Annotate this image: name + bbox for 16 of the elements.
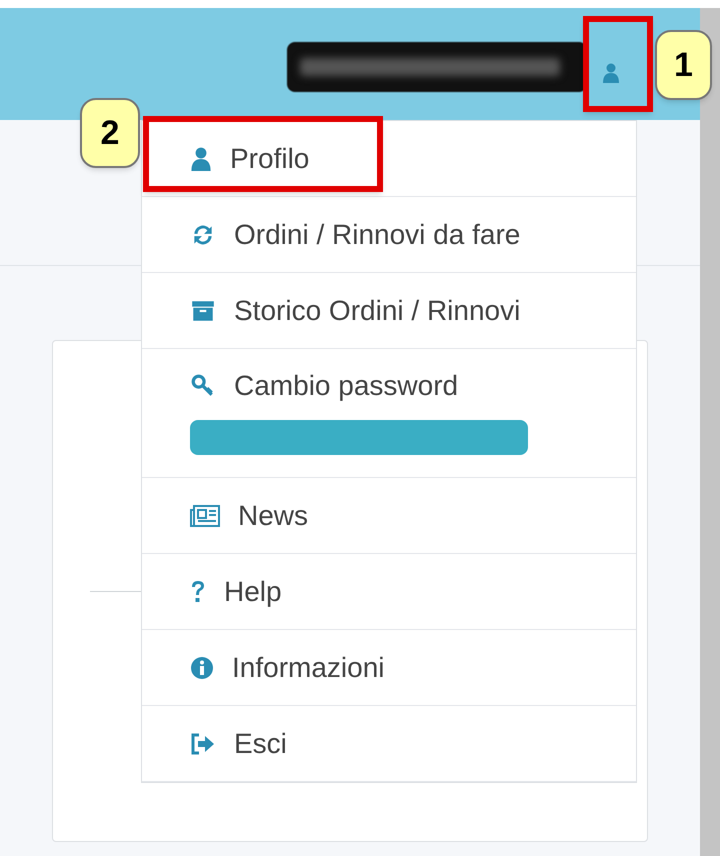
user-icon — [602, 63, 620, 83]
info-icon — [190, 656, 214, 680]
menu-item[interactable]: News — [190, 502, 588, 530]
question-mark-icon — [190, 580, 206, 604]
sign-out-icon — [190, 732, 216, 754]
newspaper-icon — [190, 504, 220, 528]
user-icon — [190, 146, 212, 170]
menu-item[interactable]: Informazioni — [190, 654, 588, 682]
callout-badge: 2 — [80, 98, 140, 168]
menu-item[interactable]: Ordini / Rinnovi da fare — [190, 220, 588, 248]
menu-item[interactable]: Cambio password — [190, 372, 588, 400]
menu-item[interactable]: Storico Ordini / Rinnovi — [190, 296, 588, 324]
callout-badge: 1 — [655, 30, 712, 100]
menu-item[interactable]: Help — [190, 578, 588, 606]
menu-item[interactable]: Profilo — [190, 144, 588, 172]
menu-item[interactable]: Esci — [190, 730, 588, 758]
